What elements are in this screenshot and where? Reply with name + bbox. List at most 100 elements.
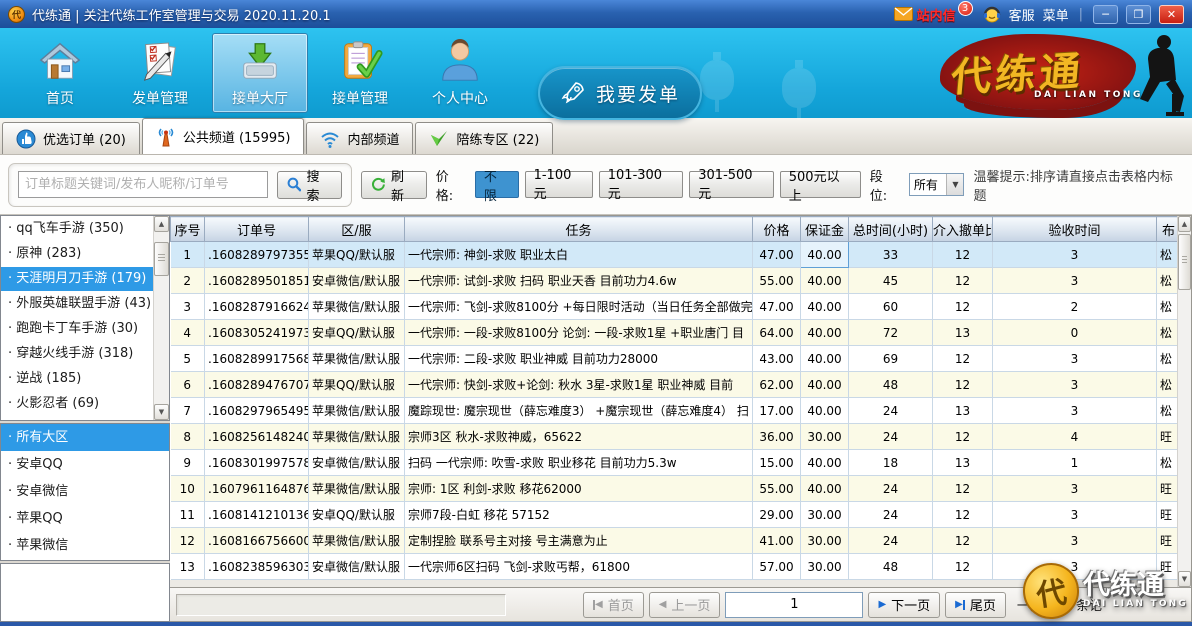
order-row[interactable]: 9 .160830199757866 安卓微信/默认服 扫码 一代宗师: 吹雪-… [171,450,1181,476]
scrollbar-thumb[interactable] [154,242,169,276]
cell-task: 一代宗师: 神剑-求败 职业太白 [405,242,753,268]
nav-profile[interactable]: 个人中心 [412,33,508,113]
inbox-message-button[interactable]: 站内信 3 [894,5,975,24]
prev-page-button[interactable]: ◀ 上一页 [649,592,721,618]
price-filter-button[interactable]: 1-100元 [525,171,593,198]
cell-task: 宗师: 1区 利剑-求败 移花62000 [405,476,753,502]
status-inset-box [176,594,506,616]
cell-price: 55.00 [753,268,801,294]
cell-task: 一代宗师: 二段-求败 职业神威 目前功力28000 [405,346,753,372]
minimize-button[interactable]: ─ [1093,5,1118,24]
nav-label: 发单管理 [132,88,188,108]
search-button[interactable]: 搜索 [277,171,343,199]
order-row[interactable]: 4 .160830524197397 安卓QQ/默认服 一代宗师: 一段-求败8… [171,320,1181,346]
tab-companion-zone[interactable]: 陪练专区 (22) [415,122,553,154]
sidebar-region-item[interactable]: 苹果微信 [1,532,169,559]
scroll-up-icon[interactable]: ▲ [154,216,169,232]
sidebar-region-item[interactable]: 苹果QQ [1,505,169,532]
col-server[interactable]: 区/服 [309,217,405,242]
search-icon [287,177,302,192]
sidebar-game-item[interactable]: 天涯明月刀手游 (179) [1,267,153,291]
scroll-down-icon[interactable]: ▼ [154,404,169,420]
price-filter-button[interactable]: 不限 [475,171,519,198]
price-filter-button[interactable]: 301-500元 [689,171,774,198]
order-row[interactable]: 7 .160829796549514 苹果微信/默认服 魔踪现世: 魔宗现世（薛… [171,398,1181,424]
menu-button[interactable]: 菜单 [1043,5,1069,24]
lantern-decoration [700,60,734,100]
scrollbar-thumb[interactable] [1178,234,1191,290]
order-row[interactable]: 5 .160828991756866 苹果微信/默认服 一代宗师: 二段-求败 … [171,346,1181,372]
cell-server: 苹果微信/默认服 [309,398,405,424]
cell-accept-time: 0 [993,320,1157,346]
search-input[interactable] [18,171,268,198]
cell-price: 47.00 [753,242,801,268]
rank-select[interactable]: 所有 ▼ [909,173,965,196]
sidebar-game-item[interactable]: 跑跑卡丁车手游 (30) [1,317,153,341]
close-button[interactable]: ✕ [1159,5,1184,24]
cell-order-id: .160828791662437 [205,294,309,320]
order-row[interactable]: 12 .160816675660089 苹果微信/默认服 定制捏脸 联系号主对接… [171,528,1181,554]
cell-deposit: 30.00 [801,554,849,580]
page-number-input[interactable] [725,592,863,618]
last-page-button[interactable]: ▶ 尾页 [945,592,1006,618]
post-order-button[interactable]: 我要发单 [538,66,702,120]
order-row[interactable]: 1 .160828979735596 苹果QQ/默认服 一代宗师: 神剑-求败 … [171,242,1181,268]
sidebar-region-item[interactable]: 所有大区 [1,424,169,451]
cell-server: 苹果QQ/默认服 [309,372,405,398]
prev-page-label: 上一页 [671,595,710,614]
sidebar-region-item[interactable]: 安卓微信 [1,478,169,505]
refresh-button[interactable]: 刷新 [361,171,427,199]
scroll-up-icon[interactable]: ▲ [1178,216,1191,232]
cell-total-hours: 18 [849,450,933,476]
sidebar-game-item[interactable]: 穿越火线手游 (318) [1,342,153,366]
price-filter-button[interactable]: 500元以上 [780,171,861,198]
search-button-label: 搜索 [306,166,332,204]
cell-total-hours: 24 [849,398,933,424]
col-deposit[interactable]: 保证金 [801,217,849,242]
order-row[interactable]: 10 .160796116487651 苹果微信/默认服 宗师: 1区 利剑-求… [171,476,1181,502]
watermark-subtitle: DAI LIAN TONG [1083,600,1188,609]
sidebar-game-item[interactable]: 逆战 (185) [1,367,153,391]
prev-page-icon: ◀ [659,600,667,610]
nav-order-manage[interactable]: 接单管理 [312,33,408,113]
cell-intervene-ratio: 12 [933,242,993,268]
tab-internal-channel[interactable]: 内部频道 [306,122,413,154]
col-index[interactable]: 序号 [171,217,205,242]
cell-accept-time: 4 [993,424,1157,450]
nav-post-manage[interactable]: 发单管理 [112,33,208,113]
order-row[interactable]: 11 .160814121013655 安卓QQ/默认服 宗师7段-白虹 移花 … [171,502,1181,528]
cell-total-hours: 45 [849,268,933,294]
order-row[interactable]: 2 .160828950185178 安卓微信/默认服 一代宗师: 试剑-求败 … [171,268,1181,294]
nav-order-hall[interactable]: 接单大厅 [212,33,308,113]
cell-intervene-ratio: 12 [933,372,993,398]
order-row[interactable]: 6 .160828947670740 苹果QQ/默认服 一代宗师: 快剑-求败+… [171,372,1181,398]
tab-featured-orders[interactable]: 优选订单 (20) [2,122,140,154]
first-page-button[interactable]: ◀ 首页 [583,592,644,618]
col-total-hours[interactable]: 总时间(小时) [849,217,933,242]
tab-public-channel[interactable]: 公共频道 (15995) [142,118,305,154]
sidebar-game-item[interactable]: 火影忍者 (69) [1,392,153,416]
refresh-button-label: 刷新 [391,166,417,204]
customer-service-button[interactable]: 客服 [1009,5,1035,24]
sidebar-game-item[interactable]: 外服英雄联盟手游 (43) [1,292,153,316]
table-scrollbar[interactable]: ▲ ▼ [1177,216,1191,587]
col-intervene-ratio[interactable]: 介入撤单比 [933,217,993,242]
nav-home[interactable]: 首页 [12,33,108,113]
nav-label: 接单管理 [332,88,388,108]
col-accept-time[interactable]: 验收时间 [993,217,1157,242]
game-list-scrollbar[interactable]: ▲ ▼ [153,216,169,420]
cell-order-id: .160828991756866 [205,346,309,372]
sidebar-game-item[interactable]: 原神 (283) [1,242,153,266]
price-filter-button[interactable]: 101-300元 [599,171,684,198]
order-row[interactable]: 8 .160825614824076 苹果微信/默认服 宗师3区 秋水-求败神威… [171,424,1181,450]
next-page-button[interactable]: ▶ 下一页 [868,592,940,618]
order-row[interactable]: 3 .160828791662437 苹果微信/默认服 一代宗师: 飞剑-求败8… [171,294,1181,320]
sidebar-region-item[interactable]: 安卓QQ [1,451,169,478]
sidebar-game-item[interactable]: qq飞车手游 (350) [1,217,153,241]
cell-task: 宗师7段-白虹 移花 57152 [405,502,753,528]
cell-server: 苹果微信/默认服 [309,346,405,372]
col-price[interactable]: 价格 [753,217,801,242]
maximize-button[interactable]: ❐ [1126,5,1151,24]
col-task[interactable]: 任务 [405,217,753,242]
col-order-id[interactable]: 订单号 [205,217,309,242]
